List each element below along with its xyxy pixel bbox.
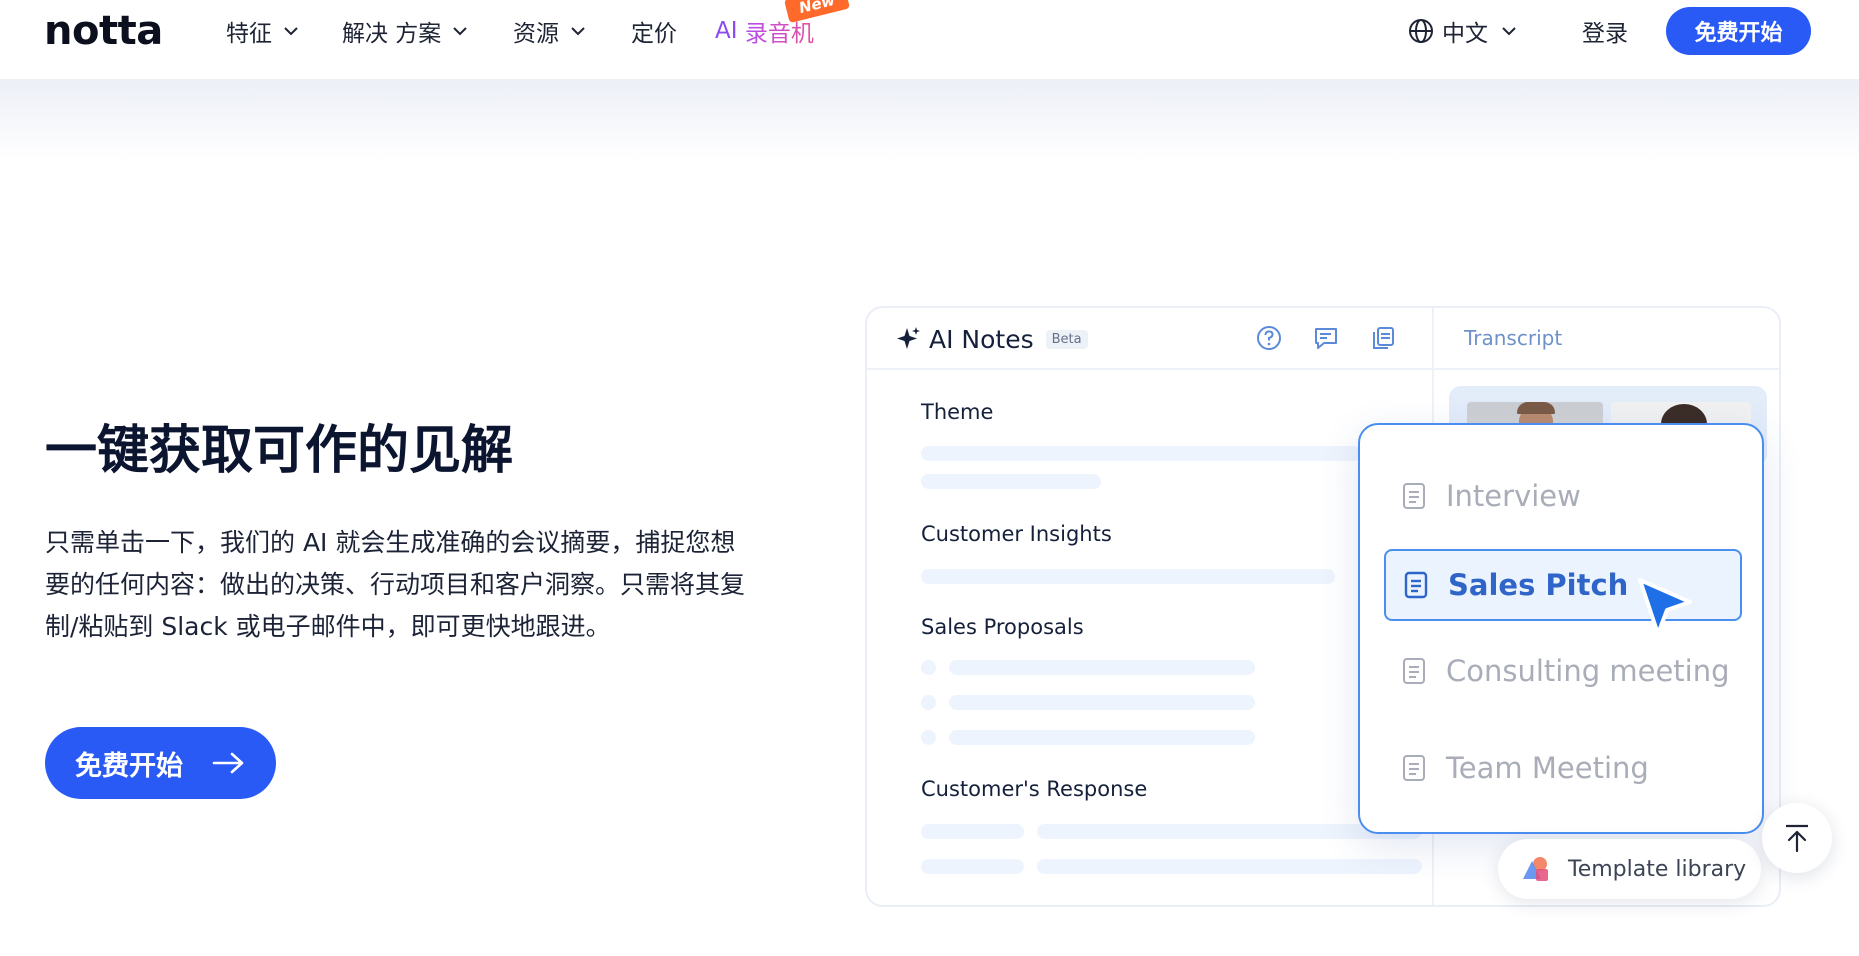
divider [1434, 368, 1779, 370]
hero-title: 一键获取可作的见解 [45, 421, 514, 481]
template-option-consulting-meeting[interactable]: Consulting meeting [1384, 635, 1742, 707]
globe-icon [1409, 19, 1433, 43]
divider [867, 368, 1432, 370]
template-option-label: Sales Pitch [1448, 568, 1629, 602]
hero-cta-button[interactable]: 免费开始 [45, 727, 276, 799]
back-to-top-button[interactable] [1762, 803, 1832, 873]
arrow-right-icon [212, 752, 244, 774]
bullet [921, 695, 936, 710]
language-label: 中文 [1442, 21, 1488, 47]
template-option-label: Interview [1446, 479, 1581, 513]
site-header: notta 特征 解决 方案 资源 定价 AI 录音机 New 中文 登录 免费… [0, 0, 1859, 80]
section-theme: Theme [921, 400, 994, 424]
cursor-pointer-icon [1638, 578, 1692, 636]
chevron-down-icon [453, 27, 468, 36]
placeholder-line [949, 660, 1255, 675]
placeholder-line [949, 695, 1255, 710]
placeholder-line [921, 824, 1024, 839]
placeholder-line [921, 859, 1024, 874]
sparkle-icon [897, 327, 920, 349]
tab-transcript[interactable]: Transcript [1464, 326, 1562, 350]
nav-resources[interactable]: 资源 [513, 14, 587, 48]
help-icon[interactable] [1255, 324, 1283, 352]
hero-cta-label: 免费开始 [75, 750, 183, 782]
chevron-down-icon [1502, 27, 1516, 36]
new-badge: New [784, 0, 850, 24]
arrow-up-icon [1786, 824, 1808, 853]
nav-solutions[interactable]: 解决 方案 [342, 14, 469, 48]
hero-description: 只需单击一下，我们的 AI 就会生成准确的会议摘要，捕捉您想要的任何内容：做出的… [45, 528, 746, 641]
copy-icon[interactable] [1369, 324, 1397, 352]
template-library-icon [1523, 857, 1548, 881]
document-icon [1403, 658, 1425, 684]
section-sales-proposals: Sales Proposals [921, 615, 1084, 639]
placeholder-line [921, 569, 1335, 584]
template-option-label: Consulting meeting [1446, 654, 1730, 688]
nav-features[interactable]: 特征 [226, 14, 300, 48]
template-option-label: Team Meeting [1446, 751, 1649, 785]
language-selector[interactable]: 中文 [1408, 14, 1526, 48]
placeholder-line [921, 474, 1101, 489]
template-dropdown: Interview Sales Pitch Consulting meeting… [1358, 423, 1764, 834]
placeholder-line [921, 446, 1361, 461]
nav-ai-prefix: AI [715, 18, 738, 44]
bullet [921, 730, 936, 745]
section-customer-response: Customer's Response [921, 777, 1148, 801]
placeholder-line [1037, 859, 1422, 874]
placeholder-line [949, 730, 1255, 745]
template-option-team-meeting[interactable]: Team Meeting [1384, 732, 1742, 804]
comment-edit-icon[interactable] [1312, 324, 1340, 352]
nav-resources-label: 资源 [513, 21, 559, 47]
ai-notes-header: AI Notes Beta [895, 322, 1088, 356]
document-icon [1404, 571, 1428, 599]
header-shadow [0, 80, 1859, 160]
bullet [921, 660, 936, 675]
nav-features-label: 特征 [226, 21, 272, 47]
template-library-label: Template library [1568, 856, 1747, 882]
template-library-button[interactable]: Template library [1498, 839, 1761, 899]
nav-pricing[interactable]: 定价 [631, 14, 677, 48]
chevron-down-icon [571, 27, 585, 36]
nav-pricing-label: 定价 [631, 21, 677, 47]
free-start-button[interactable]: 免费开始 [1666, 7, 1811, 55]
beta-badge: Beta [1045, 329, 1088, 349]
chevron-down-icon [284, 27, 298, 36]
login-link[interactable]: 登录 [1582, 14, 1628, 48]
document-icon [1403, 483, 1425, 509]
nav-solutions-label: 解决 方案 [342, 21, 442, 47]
section-customer-insights: Customer Insights [921, 522, 1112, 546]
template-option-interview[interactable]: Interview [1384, 460, 1742, 532]
document-icon [1403, 755, 1425, 781]
ai-notes-title: AI Notes [929, 324, 1034, 354]
notta-logo[interactable]: notta [44, 6, 163, 56]
